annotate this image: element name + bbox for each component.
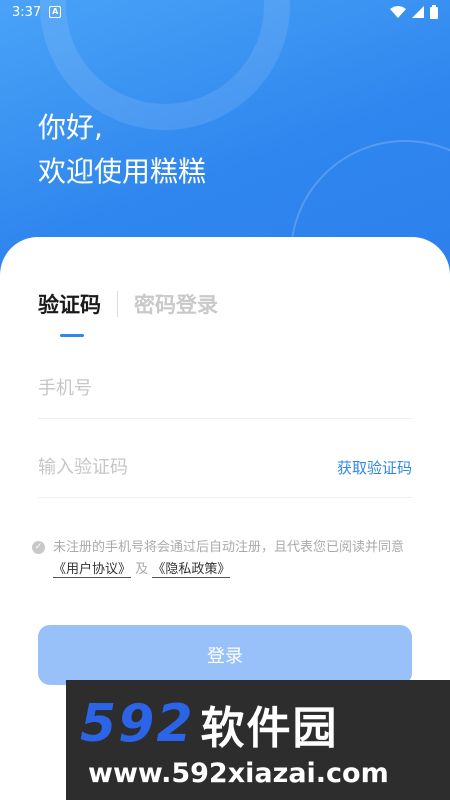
get-code-button[interactable]: 获取验证码 — [337, 457, 412, 478]
check-icon[interactable]: ✓ — [32, 541, 45, 554]
signal-icon — [412, 6, 424, 18]
phone-field — [38, 359, 412, 419]
wifi-icon — [390, 6, 406, 18]
greeting-line-2: 欢迎使用糕糕 — [38, 155, 207, 188]
tab-password-login[interactable]: 密码登录 — [134, 289, 218, 319]
agreement-text: 未注册的手机号将会通过后自动注册，且代表您已阅读并同意《用户协议》 及 《隐私政… — [53, 537, 422, 581]
watermark-url: www.592xiazai.com — [88, 758, 389, 789]
watermark: 592 软件园 www.592xiazai.com — [66, 680, 450, 800]
user-agreement-link[interactable]: 《用户协议》 — [53, 562, 132, 578]
agreement-connector: 及 — [135, 562, 149, 577]
verification-code-input[interactable] — [38, 457, 298, 478]
phone-input[interactable] — [38, 378, 298, 399]
watermark-logo-text: 软件园 — [200, 703, 339, 754]
battery-icon — [430, 5, 438, 19]
status-left: 3:37 A — [12, 4, 62, 20]
login-tabs: 验证码 密码登录 — [38, 289, 218, 319]
privacy-policy-link[interactable]: 《隐私政策》 — [152, 562, 231, 578]
status-right — [390, 5, 438, 19]
agreement-prefix: 未注册的手机号将会通过后自动注册，且代表您已阅读并同意 — [53, 540, 405, 555]
greeting: 你好, 欢迎使用糕糕 — [38, 106, 206, 194]
tab-verification-code[interactable]: 验证码 — [38, 289, 101, 319]
status-bar: 3:37 A — [0, 0, 450, 24]
greeting-line-1: 你好, — [38, 111, 103, 144]
watermark-logo: 592 软件园 — [80, 692, 339, 756]
tab-divider — [117, 291, 118, 317]
status-time: 3:37 — [12, 4, 42, 20]
active-tab-indicator — [60, 334, 84, 337]
notification-badge-icon: A — [49, 6, 62, 18]
watermark-logo-number: 592 — [80, 694, 195, 754]
code-field: 获取验证码 — [38, 438, 412, 498]
agreement: ✓ 未注册的手机号将会通过后自动注册，且代表您已阅读并同意《用户协议》 及 《隐… — [32, 537, 422, 581]
login-button[interactable]: 登录 — [38, 625, 412, 685]
